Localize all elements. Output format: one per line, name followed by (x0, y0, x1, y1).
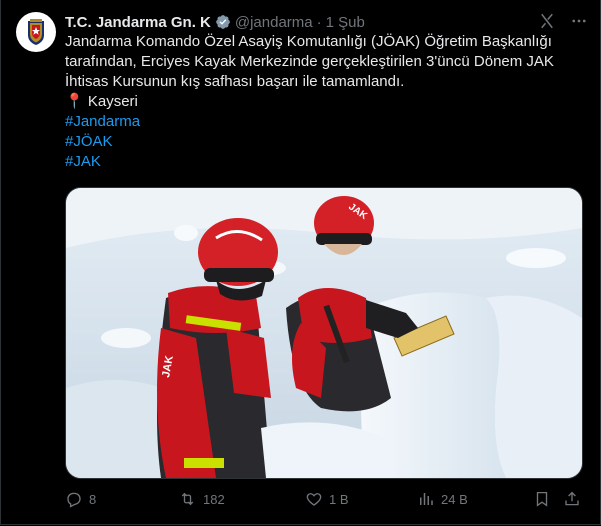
timestamp[interactable]: 1 Şub (326, 14, 365, 31)
hashtag-link[interactable]: #Jandarma (65, 112, 590, 132)
bookmark-icon (536, 491, 548, 507)
reply-button[interactable]: 8 (65, 490, 96, 508)
repost-count: 182 (203, 491, 225, 507)
tweet-card[interactable]: T.C. Jandarma Gn. K @jandarma · 1 Şub Ja… (0, 0, 601, 525)
views-count: 24 B (441, 491, 468, 507)
like-icon (306, 493, 322, 506)
views-icon (420, 493, 433, 505)
views-button[interactable]: 24 B (417, 490, 468, 508)
location-line: 📍 Kayseri (65, 92, 590, 112)
author-handle[interactable]: @jandarma (235, 14, 313, 31)
separator: · (316, 13, 322, 31)
pin-icon: 📍 (65, 93, 84, 110)
tweet-text-line: Jandarma Komando Özel Asayiş Komutanlığı… (65, 33, 552, 50)
video-frame: JAK JAK (66, 188, 582, 478)
share-icon (565, 491, 579, 506)
bookmark-button[interactable] (533, 490, 551, 508)
tweet-text-line: tarafından, Erciyes Kayak Merkezinde ger… (65, 53, 554, 70)
hashtag-link[interactable]: #JAK (65, 152, 590, 172)
grok-icon[interactable] (538, 12, 556, 34)
tweet-text: Jandarma Komando Özel Asayiş Komutanlığı… (65, 32, 590, 172)
repost-icon (181, 492, 194, 506)
tweet-text-line: İhtisas Kursunun kış safhası başarı ile … (65, 73, 405, 90)
share-button[interactable] (563, 490, 581, 508)
more-icon[interactable] (570, 12, 588, 34)
tweet-video[interactable]: JAK JAK (65, 187, 583, 479)
author-name[interactable]: T.C. Jandarma Gn. K (65, 14, 211, 31)
verified-badge-icon (215, 14, 231, 30)
reply-icon (67, 492, 81, 508)
avatar[interactable] (16, 12, 56, 52)
location-text: Kayseri (87, 93, 138, 110)
hashtag-link[interactable]: #JÖAK (65, 132, 590, 152)
header-actions (538, 12, 588, 34)
repost-button[interactable]: 182 (178, 490, 225, 508)
reply-count: 8 (89, 491, 97, 507)
jandarma-emblem-icon (18, 14, 54, 50)
tweet-header: T.C. Jandarma Gn. K @jandarma · 1 Şub (65, 12, 588, 32)
tweet-actions: 8 182 1 B 24 B (65, 489, 587, 511)
like-count: 1 B (329, 491, 349, 507)
like-button[interactable]: 1 B (305, 490, 349, 508)
